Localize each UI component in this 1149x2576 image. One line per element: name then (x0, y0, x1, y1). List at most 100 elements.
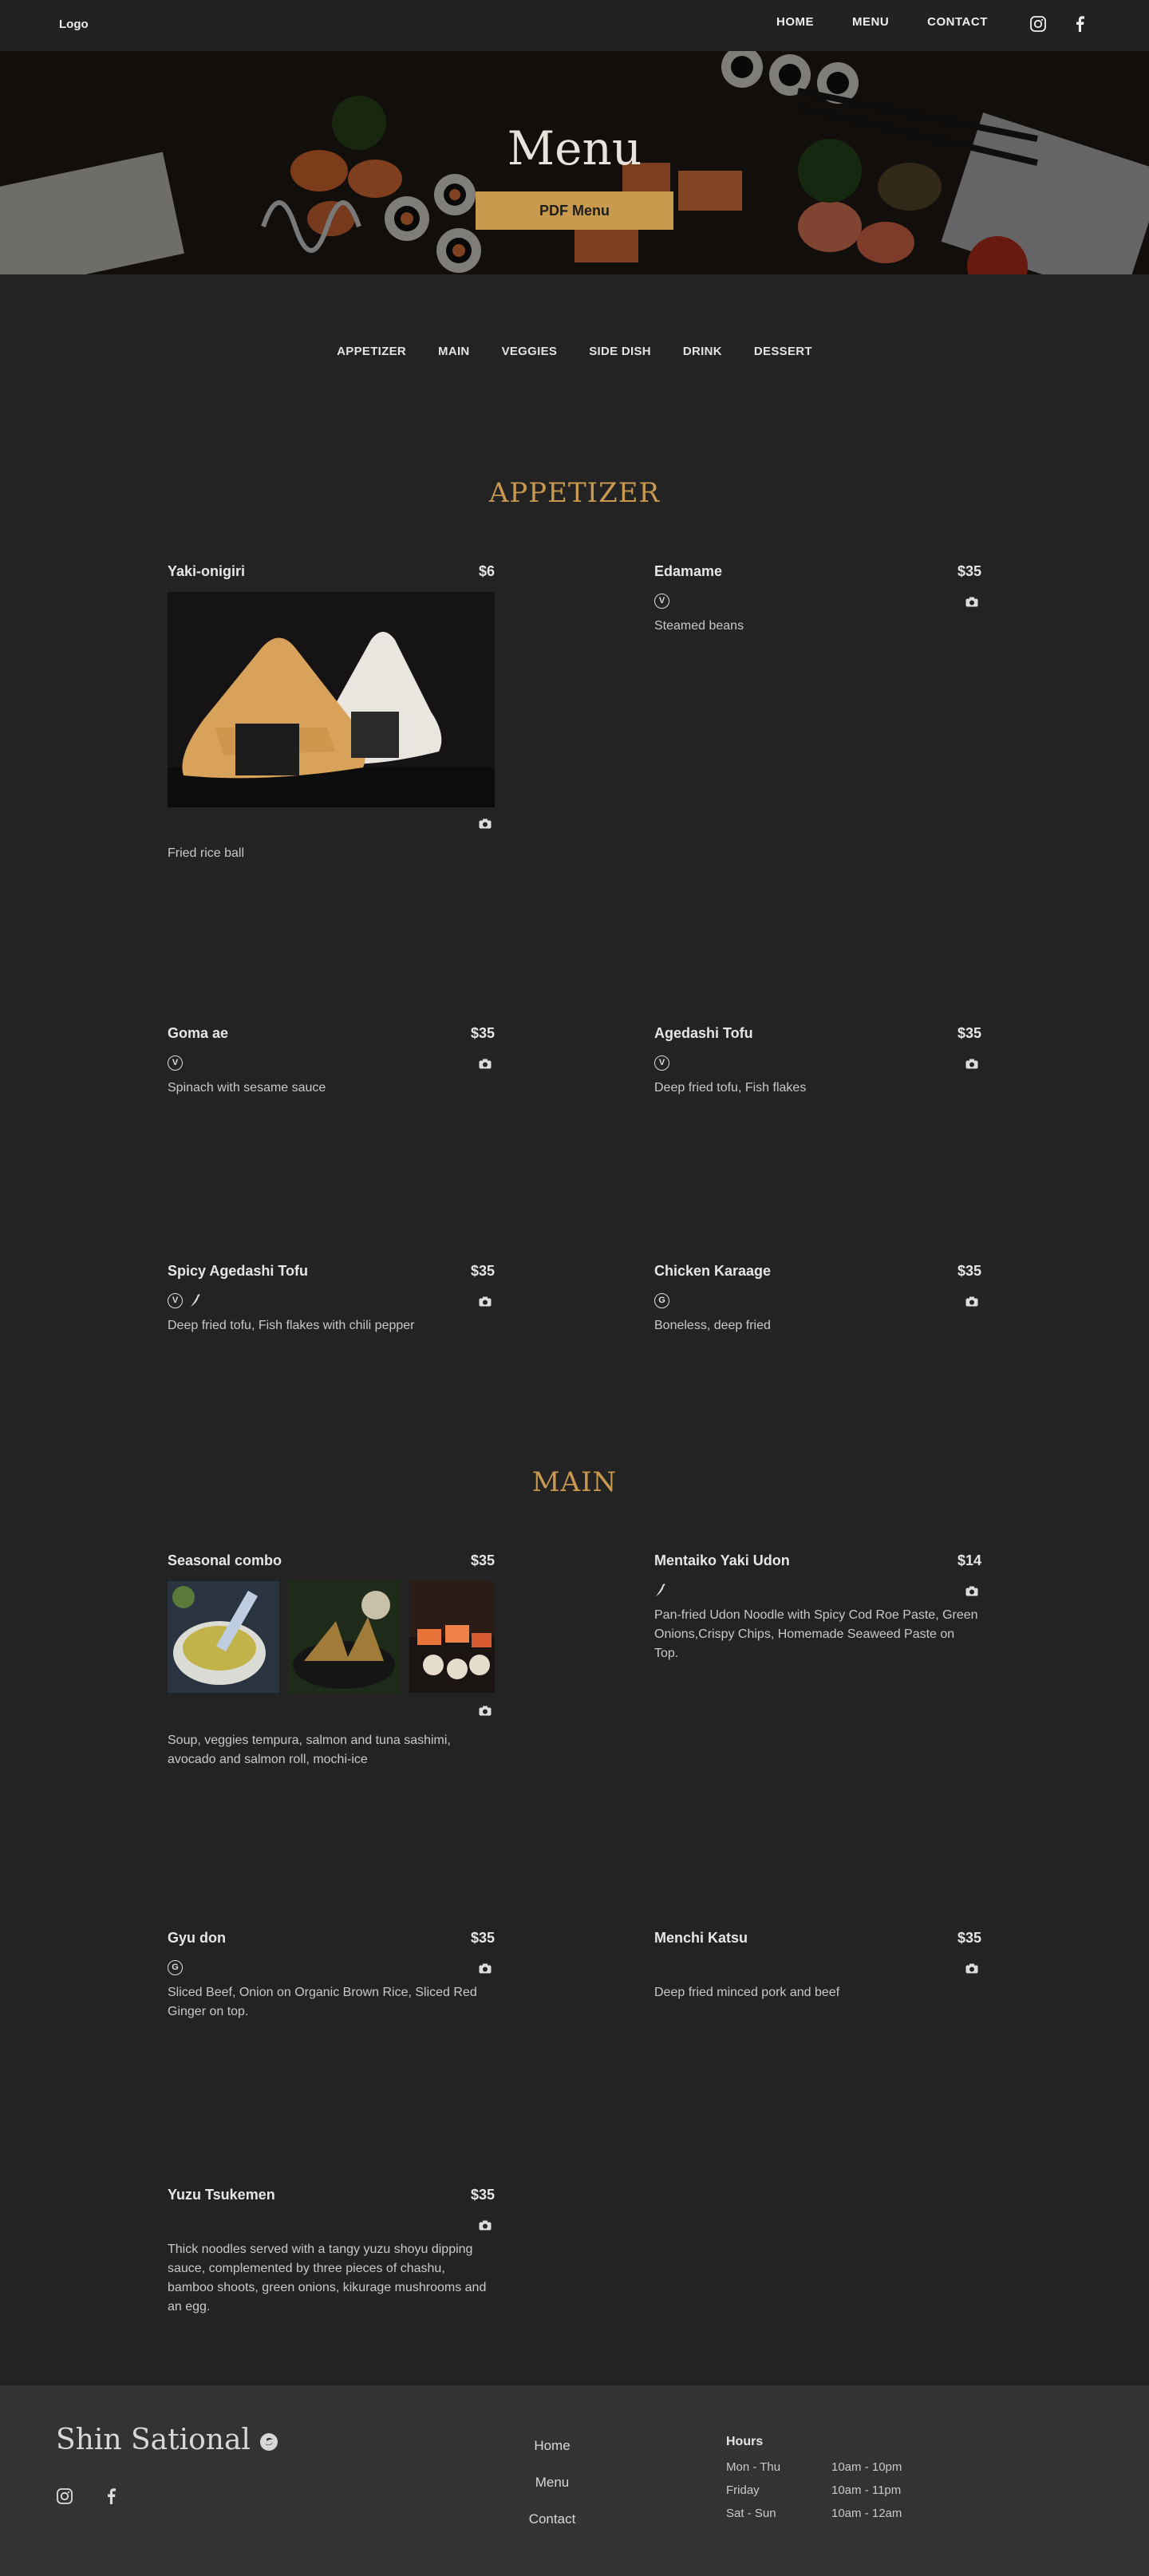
item-description: Soup, veggies tempura, salmon and tuna s… (168, 1734, 451, 1766)
menu-item[interactable]: Chicken Karaage $35 G Boneless, deep frie… (654, 1263, 981, 1343)
hours-day: Friday (726, 2483, 760, 2497)
hours-row: Mon - Thu 10am - 10pm (726, 2460, 902, 2474)
top-nav: Logo HOME MENU CONTACT (0, 0, 1149, 51)
instagram-icon[interactable] (1029, 15, 1047, 33)
menu-item[interactable]: Agedashi Tofu $35 V Deep fried tofu, Fish… (654, 1025, 981, 1105)
instagram-icon[interactable] (56, 2487, 73, 2505)
footer-links: Home Menu Contact (479, 2438, 626, 2548)
camera-icon[interactable] (479, 1963, 492, 1974)
item-name: Yuzu Tsukemen (168, 2187, 275, 2203)
tab-appetizer[interactable]: APPETIZER (337, 345, 406, 358)
menu-item[interactable]: Mentaiko Yaki Udon $14 Pan-fried Udon Noo… (654, 1552, 981, 1680)
menu-item[interactable]: Menchi Katsu $35 Deep fried minced pork a… (654, 1930, 981, 2010)
nav-menu-link[interactable]: MENU (852, 15, 889, 29)
vegetarian-icon: V (654, 1055, 669, 1071)
item-price: $6 (478, 563, 495, 579)
item-name: Goma ae (168, 1025, 229, 1041)
camera-icon[interactable] (965, 597, 978, 607)
hours-row: Friday 10am - 11pm (726, 2483, 902, 2497)
item-name: Menchi Katsu (654, 1930, 748, 1946)
item-description: Spinach with sesame sauce (168, 1081, 326, 1095)
item-name: Edamame (654, 563, 723, 579)
tab-side-dish[interactable]: SIDE DISH (589, 345, 651, 358)
item-price: $35 (957, 1930, 981, 1946)
menu-item[interactable]: Yaki-onigiri $6 Fried rice ball (168, 563, 495, 866)
item-price: $35 (470, 2187, 495, 2203)
nav-home-link[interactable]: HOME (776, 15, 814, 29)
hours-time: 10am - 10pm (831, 2460, 902, 2474)
brand-logo-icon (260, 2433, 278, 2451)
menu-item[interactable]: Edamame $35 V Steamed beans (654, 563, 981, 643)
item-photo[interactable] (168, 1581, 279, 1693)
spicy-icon (656, 1584, 665, 1596)
item-name: Yaki-onigiri (168, 563, 246, 579)
item-description: Steamed beans (654, 619, 744, 633)
item-photo[interactable] (168, 592, 495, 807)
item-description: Sliced Beef, Onion on Organic Brown Rice… (168, 1986, 477, 2018)
brand-name: Shin Sational (56, 2424, 278, 2456)
item-name: Gyu don (168, 1930, 226, 1946)
section-title-appetizer: APPETIZER (488, 477, 661, 509)
vegetarian-icon: V (654, 593, 669, 609)
brand-text: Shin Sational (56, 2424, 251, 2456)
camera-icon[interactable] (965, 1296, 978, 1307)
item-name: Spicy Agedashi Tofu (168, 1263, 309, 1279)
spicy-icon (191, 1294, 200, 1307)
item-price: $35 (957, 1263, 981, 1279)
item-description: Deep fried tofu, Fish flakes with chili … (168, 1319, 415, 1332)
menu-item[interactable]: Yuzu Tsukemen $35 Thick noodles served wi… (168, 2187, 495, 2322)
nav-links: HOME MENU CONTACT (776, 15, 1026, 29)
item-name: Mentaiko Yaki Udon (654, 1552, 790, 1568)
gluten-free-icon: G (168, 1959, 183, 1975)
camera-icon[interactable] (479, 2220, 492, 2231)
camera-icon[interactable] (965, 1059, 978, 1069)
item-price: $35 (957, 563, 981, 579)
hours-title: Hours (726, 2435, 764, 2448)
camera-icon[interactable] (965, 1586, 978, 1596)
nav-contact-link[interactable]: CONTACT (927, 15, 988, 29)
footer-contact-link[interactable]: Contact (479, 2511, 626, 2527)
pdf-menu-button[interactable]: PDF Menu (476, 191, 673, 230)
footer-social (56, 2487, 120, 2505)
facebook-icon[interactable] (1071, 15, 1088, 33)
camera-icon[interactable] (479, 1706, 492, 1716)
tab-drink[interactable]: DRINK (683, 345, 722, 358)
camera-icon[interactable] (479, 819, 492, 829)
tab-main[interactable]: MAIN (438, 345, 470, 358)
item-photo[interactable] (288, 1581, 400, 1693)
item-name: Chicken Karaage (654, 1263, 772, 1279)
item-name: Agedashi Tofu (654, 1025, 753, 1041)
footer-menu-link[interactable]: Menu (479, 2475, 626, 2491)
hours-day: Mon - Thu (726, 2460, 781, 2474)
menu-item[interactable]: Gyu don $35 G Sliced Beef, Onion on Organ… (168, 1930, 495, 2026)
hero-banner: Menu PDF Menu (0, 51, 1149, 274)
item-photo[interactable] (409, 1581, 495, 1693)
item-description: Deep fried tofu, Fish flakes (654, 1081, 807, 1095)
facebook-icon[interactable] (102, 2487, 120, 2505)
item-description: Deep fried minced pork and beef (654, 1986, 840, 1999)
item-price: $14 (957, 1552, 981, 1568)
footer-home-link[interactable]: Home (479, 2438, 626, 2454)
item-price: $35 (470, 1552, 495, 1568)
camera-icon[interactable] (965, 1963, 978, 1974)
tab-dessert[interactable]: DESSERT (754, 345, 812, 358)
item-price: $35 (470, 1025, 495, 1041)
hours-row: Sat - Sun 10am - 12am (726, 2507, 902, 2520)
item-description: Thick noodles served with a tangy yuzu s… (168, 2243, 487, 2314)
menu-item[interactable]: Spicy Agedashi Tofu $35 V Deep fried tofu… (168, 1263, 495, 1343)
camera-icon[interactable] (479, 1059, 492, 1069)
opening-hours: Hours Mon - Thu 10am - 10pm Friday 10am - … (726, 2435, 902, 2530)
vegetarian-icon: V (168, 1055, 183, 1071)
hours-day: Sat - Sun (726, 2507, 776, 2520)
hours-time: 10am - 12am (831, 2507, 902, 2520)
menu-item[interactable]: Seasonal combo $35 Soup, veggies tempura,… (168, 1552, 495, 1776)
item-name: Seasonal combo (168, 1552, 282, 1568)
camera-icon[interactable] (479, 1296, 492, 1307)
page-title: Menu (507, 121, 642, 176)
item-price: $35 (957, 1025, 981, 1041)
gluten-free-icon: G (654, 1292, 669, 1308)
item-description: Pan-fried Udon Noodle with Spicy Cod Roe… (654, 1608, 978, 1660)
tab-veggies[interactable]: VEGGIES (502, 345, 558, 358)
menu-item[interactable]: Goma ae $35 V Spinach with sesame sauce (168, 1025, 495, 1105)
logo[interactable]: Logo (59, 18, 89, 31)
